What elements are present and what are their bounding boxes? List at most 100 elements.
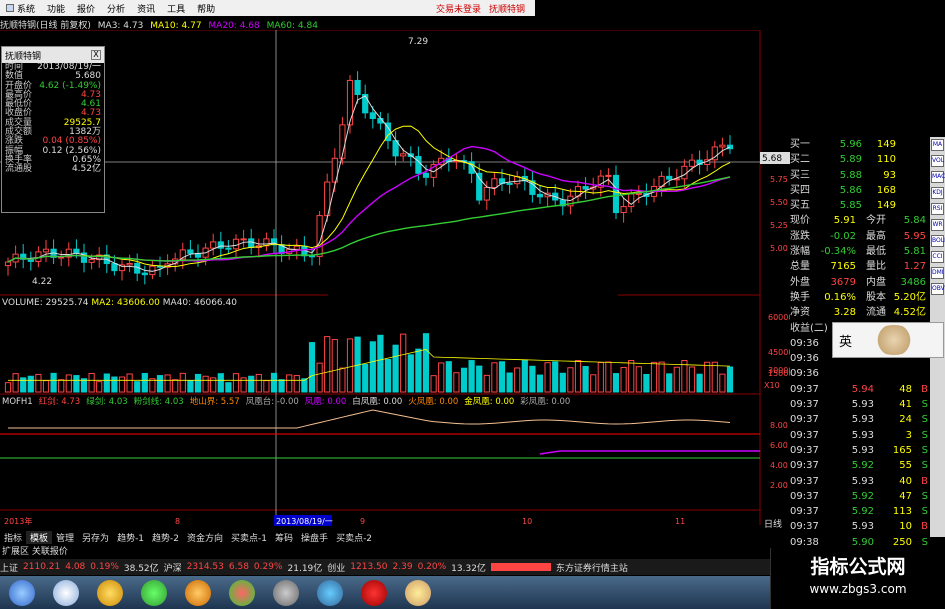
volume-bar [559, 372, 566, 393]
eps-label: 收益(二) [790, 322, 828, 334]
volume-bar [134, 381, 141, 393]
info-window-title: 抚顺特钢 [5, 51, 42, 62]
volume-bar [506, 372, 513, 393]
tab-item[interactable]: 资金方向 [183, 531, 227, 544]
sidebar-indicator-button[interactable]: BOLL [931, 235, 945, 247]
chrome-icon[interactable] [229, 579, 255, 606]
volume-bar [126, 373, 133, 393]
tab-item[interactable]: 买卖点-2 [332, 531, 376, 544]
tab-item[interactable]: 趋势-1 [113, 531, 148, 544]
trade-row: 09:37 5.93 3 S [790, 428, 930, 443]
indicator-purple-line [539, 450, 760, 455]
sidebar-indicator-button[interactable]: CCI [931, 251, 944, 263]
order-label: 买二 [790, 154, 810, 166]
sidebar-indicator-button[interactable]: WR [931, 219, 944, 231]
ie-icon[interactable] [53, 579, 79, 606]
info-window-header[interactable]: 抚顺特钢 X [2, 47, 104, 63]
trade-time: 09:37 [790, 429, 819, 441]
volume-bar [711, 361, 718, 393]
menu-item-quote[interactable]: 报价 [71, 2, 101, 15]
cursor-price-label: 5.68 [762, 154, 782, 164]
stat-value: 3.28 [833, 307, 856, 319]
trade-time: 09:37 [790, 490, 819, 502]
tab-item[interactable]: 筹码 [271, 531, 297, 544]
trade-row: 09:37 5.93 165 S [790, 443, 930, 458]
cy-index-label: 创业 [327, 563, 346, 574]
stat-value: 3679 [830, 276, 856, 288]
volume-bar [605, 361, 612, 393]
sidebar-indicator-button[interactable]: KDJ [931, 187, 944, 199]
sidebar-indicator-button[interactable]: RSI [931, 203, 944, 215]
network-icon[interactable] [317, 579, 343, 606]
tab-item[interactable]: 操盘手 [297, 531, 332, 544]
menu-item-function[interactable]: 功能 [41, 2, 71, 15]
hs-index-change: 6.58 [228, 562, 249, 572]
tab-item[interactable]: 买卖点-1 [227, 531, 271, 544]
trade-side: S [921, 490, 928, 502]
volume-bar [164, 374, 171, 393]
volume-bar [73, 375, 80, 393]
menu-item-tools[interactable]: 工具 [161, 2, 191, 15]
close-icon[interactable]: X [91, 50, 101, 60]
volume-bar [362, 363, 369, 393]
watermark: 指标公式网 www.zbgs3.com [770, 548, 945, 609]
qq-icon[interactable] [273, 579, 299, 606]
trade-price: 5.93 [851, 399, 874, 411]
volume-unit-label: X10 [764, 381, 780, 390]
explorer-icon[interactable] [97, 579, 123, 606]
sidebar-indicator-button[interactable]: MACD [931, 171, 945, 183]
candle-body [42, 248, 50, 253]
tab-item[interactable]: 另存为 [78, 531, 113, 544]
stat-label: 换手 [790, 291, 810, 303]
stat-value: 5.20亿 [893, 291, 926, 303]
stat-value: 7165 [830, 261, 856, 273]
trade-price: 5.93 [851, 521, 874, 533]
ime-popup[interactable]: 英 [832, 322, 944, 358]
volume-bar [468, 360, 475, 393]
candle-body [666, 175, 673, 180]
trade-side: S [921, 506, 928, 518]
start-icon[interactable] [9, 579, 35, 606]
trade-volume: 55 [899, 460, 912, 472]
price-axis-label-4: 5.00 [770, 244, 788, 253]
volume-bar [612, 373, 620, 393]
volume-bar [582, 366, 589, 393]
volume-bar [232, 373, 240, 393]
volume-bar [476, 365, 483, 393]
order-volume: 168 [876, 184, 896, 196]
trade-volume: 165 [892, 444, 912, 456]
trade-login-link[interactable]: 交易未登录 [436, 2, 489, 15]
stat-value: 3486 [900, 276, 926, 288]
stat-value: 5.91 [833, 215, 856, 227]
stat-value: 5.84 [903, 215, 926, 227]
menu-item-analysis[interactable]: 分析 [101, 2, 131, 15]
app-icon[interactable] [185, 579, 211, 606]
info-window[interactable]: 抚顺特钢 X 时间 2013/08/19/一 数值 5.680 开盘价 4.62 (-1.… [1, 46, 105, 213]
tab-item[interactable]: 趋势-2 [148, 531, 183, 544]
trade-volume: 24 [899, 414, 912, 426]
broker-label[interactable]: 东方证券行情主站 [556, 561, 628, 574]
trade-price: 5.93 [851, 444, 874, 456]
sidebar-indicator-button[interactable]: VOL [931, 155, 944, 167]
trade-time: 09:37 [790, 460, 819, 472]
volume-bar [415, 348, 422, 393]
tab-item[interactable]: 模板 [26, 530, 53, 544]
tab-item[interactable]: 管理 [52, 531, 78, 544]
stock-app-icon[interactable] [361, 579, 387, 606]
sidebar-indicator-button[interactable]: DMI [931, 267, 944, 279]
stat-label: 涨幅 [790, 246, 810, 258]
indicator-axis-label-2: 6.00 [770, 441, 788, 450]
tab-item[interactable]: 指标 [0, 531, 26, 544]
media-icon[interactable] [141, 579, 167, 606]
sidebar-indicator-button[interactable]: MA [931, 139, 944, 151]
stat-value: 5.81 [903, 246, 926, 258]
date-label-sep: 9 [360, 517, 365, 526]
menu-item-news[interactable]: 资讯 [131, 2, 161, 15]
menu-item-system[interactable]: 系统 [0, 2, 41, 15]
trade-side: S [921, 399, 928, 411]
menu-item-help[interactable]: 帮助 [191, 2, 221, 15]
kline-chart[interactable]: 7.29 4.22 5.68 5.75 5.50 5.25 5.00 VOLUM… [0, 30, 790, 530]
paint-icon[interactable] [405, 579, 431, 606]
sidebar-indicator-button[interactable]: OBV [931, 283, 945, 295]
candle-body [719, 144, 726, 148]
